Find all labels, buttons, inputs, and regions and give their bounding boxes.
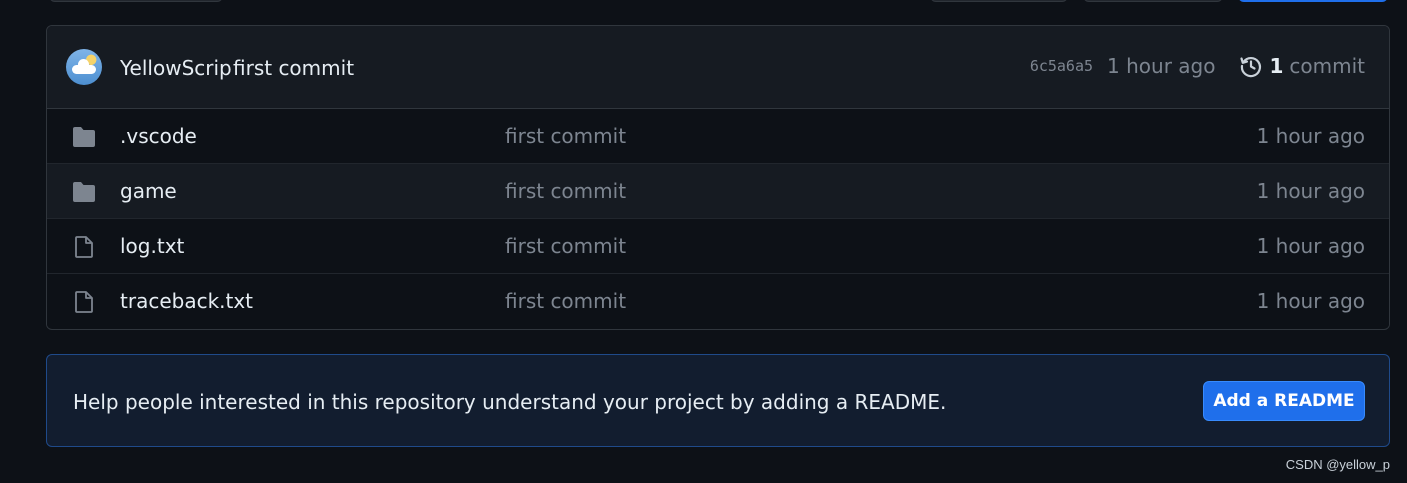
watermark-text: CSDN @yellow_p: [1285, 457, 1390, 472]
folder-icon: [73, 127, 95, 147]
history-icon: [1240, 57, 1262, 78]
add-readme-button[interactable]: Add a README: [1203, 381, 1365, 421]
avatar-icon[interactable]: [66, 49, 102, 85]
commit-sha-link[interactable]: 6c5a6a5: [1030, 57, 1093, 75]
file-icon: [75, 236, 93, 258]
latest-commit-bar: YellowScrip first commit 6c5a6a5 1 hour …: [47, 26, 1389, 109]
file-commit-message-link[interactable]: first commit: [505, 124, 626, 148]
file-commit-time: 1 hour ago: [1256, 289, 1365, 313]
file-name-link[interactable]: game: [120, 179, 177, 203]
commit-time: 1 hour ago: [1107, 54, 1216, 78]
readme-banner-text: Help people interested in this repositor…: [73, 390, 947, 414]
file-row[interactable]: traceback.txt first commit 1 hour ago: [47, 274, 1389, 328]
file-commit-message-link[interactable]: first commit: [505, 289, 626, 313]
commit-message-link[interactable]: first commit: [233, 56, 354, 80]
readme-banner: Help people interested in this repositor…: [46, 354, 1390, 447]
file-commit-message-link[interactable]: first commit: [505, 179, 626, 203]
top-toolbar-button-left[interactable]: [49, 0, 223, 2]
file-row[interactable]: game first commit 1 hour ago: [47, 164, 1389, 219]
commit-count: 1: [1269, 54, 1284, 78]
top-toolbar-button-2[interactable]: [1083, 0, 1223, 2]
folder-icon: [73, 182, 95, 202]
file-row[interactable]: log.txt first commit 1 hour ago: [47, 219, 1389, 274]
commit-history-link[interactable]: 1 commit: [1239, 54, 1365, 78]
file-commit-time: 1 hour ago: [1256, 124, 1365, 148]
repository-view: YellowScrip first commit 6c5a6a5 1 hour …: [0, 0, 1407, 483]
file-name-link[interactable]: traceback.txt: [120, 289, 253, 313]
file-name-link[interactable]: log.txt: [120, 234, 184, 258]
commit-count-label: commit: [1289, 54, 1365, 78]
file-row[interactable]: .vscode first commit 1 hour ago: [47, 109, 1389, 164]
file-name-link[interactable]: .vscode: [120, 124, 197, 148]
top-toolbar-primary-button[interactable]: [1238, 0, 1388, 2]
file-commit-time: 1 hour ago: [1256, 179, 1365, 203]
commit-meta: 6c5a6a5 1 hour ago 1 commit: [1030, 54, 1365, 78]
file-commit-time: 1 hour ago: [1256, 234, 1365, 258]
file-icon: [75, 291, 93, 313]
file-commit-message-link[interactable]: first commit: [505, 234, 626, 258]
file-list: YellowScrip first commit 6c5a6a5 1 hour …: [46, 25, 1390, 330]
top-toolbar-button-1[interactable]: [930, 0, 1068, 2]
commit-author-link[interactable]: YellowScrip: [120, 56, 232, 80]
